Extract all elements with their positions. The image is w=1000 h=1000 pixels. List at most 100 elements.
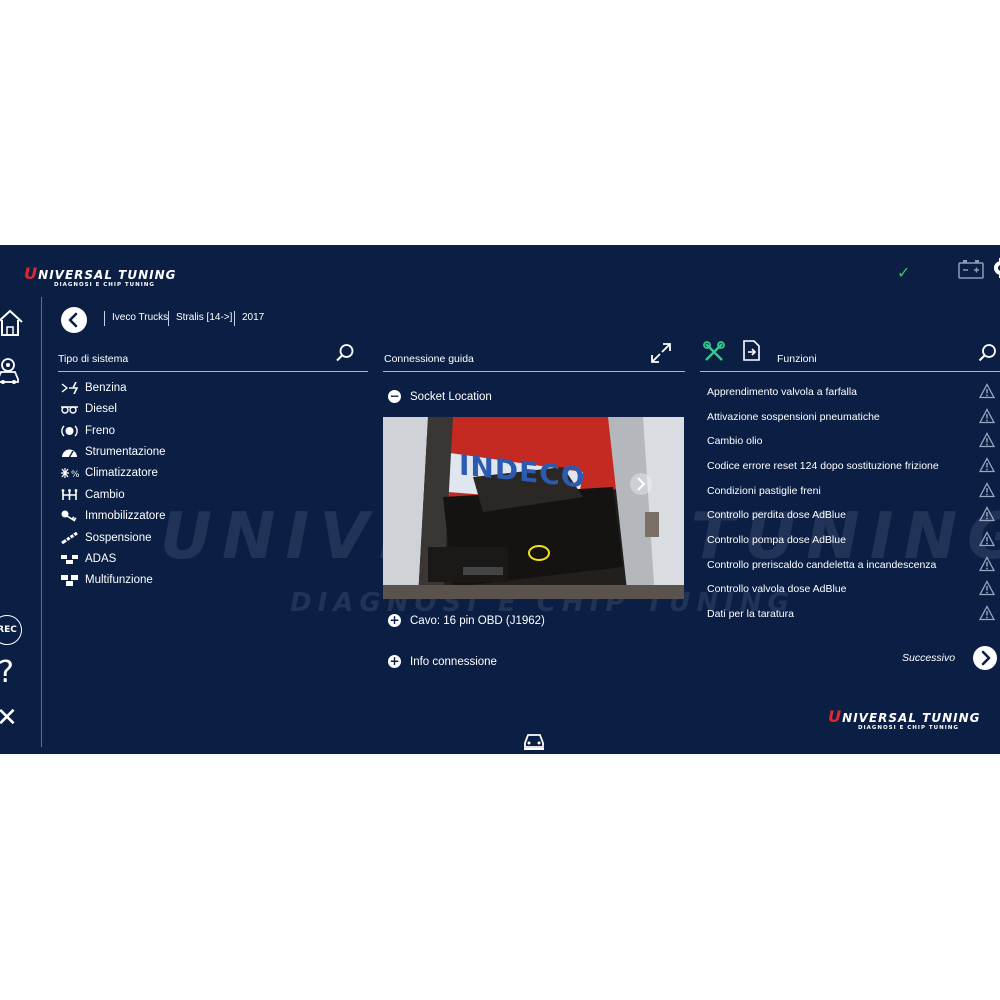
breadcrumb-year[interactable]: 2017 [242, 312, 264, 323]
chevron-right-icon [981, 650, 991, 666]
next-button[interactable] [973, 646, 997, 670]
system-item-label: Multifunzione [85, 574, 153, 586]
expand-plus-icon: + [388, 654, 401, 668]
function-item[interactable]: Dati per la taratura [707, 605, 997, 623]
battery-icon[interactable] [958, 259, 984, 279]
chevron-left-icon [68, 312, 78, 328]
socket-location-toggle[interactable]: − Socket Location [388, 390, 492, 403]
system-item-strumentazione[interactable]: Strumentazione [60, 443, 166, 461]
footer-logo-brand: NIVERSAL TUNING [842, 711, 981, 725]
function-item-label: Cambio olio [707, 435, 763, 447]
functions-panel-rule [700, 371, 1000, 372]
function-item[interactable]: Cambio olio [707, 432, 997, 450]
connection-panel-rule [383, 371, 685, 372]
footer-logo: UNIVERSAL TUNING DIAGNOSI E CHIP TUNING [828, 707, 981, 731]
app-window: UNIVERSAL TUNING DIAGNOSI E CHIP TUNING … [0, 245, 1000, 754]
system-item-sospensione[interactable]: Sospensione [60, 529, 152, 547]
tools-icon[interactable] [703, 341, 725, 363]
warning-icon [979, 506, 995, 522]
climate-icon: % [61, 468, 79, 479]
systems-panel-rule [58, 371, 368, 372]
system-item-label: Cambio [85, 489, 125, 501]
breadcrumb-separator [168, 311, 169, 326]
back-button[interactable] [61, 307, 87, 333]
connection-ok-icon: ✓ [897, 263, 911, 282]
gearbox-icon [61, 489, 78, 500]
function-item-label: Controllo perdita dose AdBlue [707, 509, 846, 521]
functions-panel-title: Funzioni [777, 353, 817, 365]
search-icon[interactable] [335, 343, 355, 363]
logo-brand: NIVERSAL TUNING [38, 268, 177, 282]
expand-icon[interactable] [650, 342, 672, 364]
sidebar-divider [41, 297, 42, 747]
expand-plus-icon: + [388, 613, 401, 627]
system-item-label: Diesel [85, 403, 117, 415]
vehicle-settings-icon[interactable] [0, 355, 26, 387]
function-item[interactable]: Apprendimento valvola a farfalla [707, 383, 997, 401]
rec-label: REC [0, 625, 17, 635]
warning-icon [979, 605, 995, 621]
brake-icon [61, 425, 78, 437]
next-label[interactable]: Successivo [902, 652, 955, 664]
functions-search-icon[interactable] [976, 343, 998, 363]
function-item-label: Codice errore reset 124 dopo sostituzion… [707, 460, 939, 472]
export-document-icon[interactable] [741, 340, 761, 362]
system-item-label: Strumentazione [85, 446, 166, 458]
system-item-label: Benzina [85, 382, 127, 394]
system-item-label: Freno [85, 425, 116, 437]
system-item-multifunzione[interactable]: Multifunzione [60, 571, 153, 589]
system-item-freno[interactable]: Freno [60, 422, 115, 440]
socket-location-photo: INDECO [383, 417, 684, 599]
function-item-label: Controllo valvola dose AdBlue [707, 583, 847, 595]
close-button[interactable]: ✕ [0, 703, 18, 733]
fuel-spark-icon [61, 382, 79, 394]
collapse-icon: − [388, 389, 401, 403]
glow-plug-icon [61, 406, 78, 414]
cable-label: Cavo: 16 pin OBD (J1962) [410, 614, 545, 627]
function-item-label: Attivazione sospensioni pneumatiche [707, 411, 880, 423]
warning-icon [979, 531, 995, 547]
help-button[interactable]: ? [0, 655, 14, 690]
function-item[interactable]: Condizioni pastiglie freni [707, 482, 997, 500]
system-item-diesel[interactable]: Diesel [60, 400, 117, 418]
dashboard-icon [62, 449, 77, 458]
function-item[interactable]: Controllo preriscaldo candeletta a incan… [707, 556, 997, 574]
system-item-adas[interactable]: ADAS [60, 550, 116, 568]
warning-icon [979, 383, 995, 399]
warning-icon [979, 556, 995, 572]
warning-icon [979, 408, 995, 424]
system-item-label: Sospensione [85, 532, 152, 544]
systems-panel-title: Tipo di sistema [58, 353, 129, 365]
system-item-label: Climatizzatore [85, 467, 158, 479]
function-item-label: Condizioni pastiglie freni [707, 485, 821, 497]
breadcrumb-model[interactable]: Stralis [14->] [176, 312, 232, 323]
settings-gear-icon[interactable] [991, 257, 1000, 279]
system-item-benzina[interactable]: Benzina [60, 379, 127, 397]
warning-icon [979, 432, 995, 448]
function-item[interactable]: Controllo perdita dose AdBlue [707, 506, 997, 524]
function-item[interactable]: Attivazione sospensioni pneumatiche [707, 408, 997, 426]
system-item-climatizzatore[interactable]: % Climatizzatore [60, 464, 158, 482]
multifunction-icon [61, 575, 78, 586]
system-item-cambio[interactable]: Cambio [60, 486, 125, 504]
socket-location-label: Socket Location [410, 390, 492, 403]
rec-button[interactable]: REC [0, 615, 22, 645]
function-item[interactable]: Codice errore reset 124 dopo sostituzion… [707, 457, 997, 475]
system-item-immobilizzatore[interactable]: Immobilizzatore [60, 507, 166, 525]
connection-panel-title: Connessione guida [384, 353, 474, 365]
warning-icon [979, 580, 995, 596]
function-item-label: Dati per la taratura [707, 608, 794, 620]
vehicle-icon[interactable] [522, 731, 546, 751]
app-logo: UNIVERSAL TUNING DIAGNOSI E CHIP TUNING [24, 264, 177, 288]
function-item[interactable]: Controllo pompa dose AdBlue [707, 531, 997, 549]
system-item-label: Immobilizzatore [85, 510, 166, 522]
home-icon[interactable] [0, 307, 26, 339]
function-item-label: Controllo pompa dose AdBlue [707, 534, 846, 546]
breadcrumb-make[interactable]: Iveco Trucks [112, 312, 168, 323]
function-item[interactable]: Controllo valvola dose AdBlue [707, 580, 997, 598]
breadcrumb-separator [104, 311, 105, 326]
function-item-label: Controllo preriscaldo candeletta a incan… [707, 559, 937, 571]
system-item-label: ADAS [85, 553, 117, 565]
cable-row[interactable]: + Cavo: 16 pin OBD (J1962) [388, 614, 545, 627]
connection-info-row[interactable]: + Info connessione [388, 655, 497, 668]
